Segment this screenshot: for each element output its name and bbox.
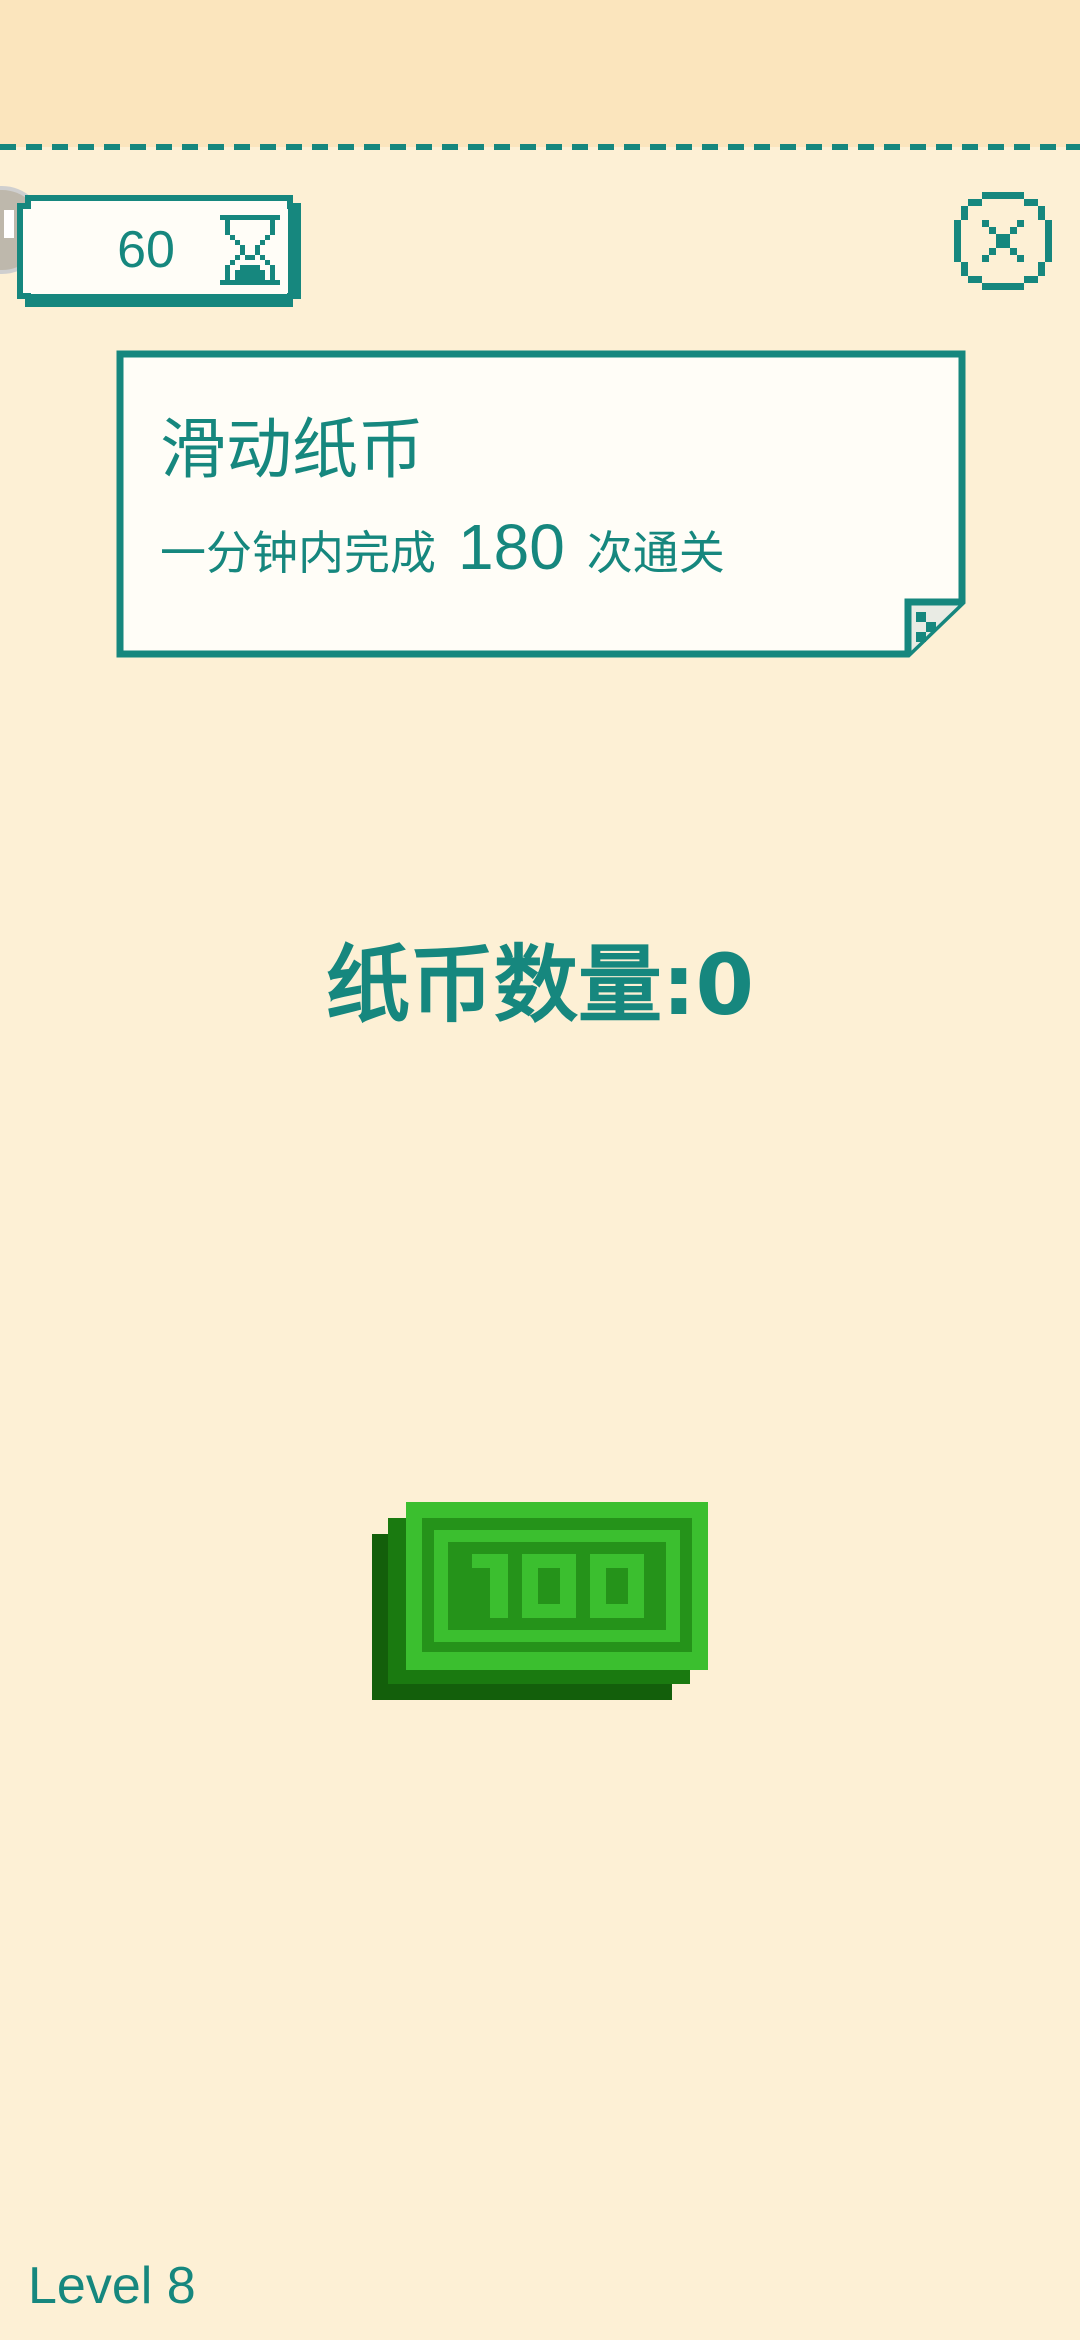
hourglass-icon — [220, 215, 280, 285]
close-icon — [954, 192, 1052, 290]
task-description: 一分钟内完成 180 次通关 — [160, 510, 725, 584]
task-title: 滑动纸币 — [160, 411, 424, 488]
task-desc-prefix: 一分钟内完成 — [160, 526, 436, 580]
close-button[interactable] — [954, 192, 1052, 290]
banknote-count-label: 纸币数量:0 — [325, 936, 755, 1034]
dashed-divider — [0, 144, 1080, 150]
banknote-stack[interactable] — [372, 1502, 708, 1700]
task-card: 滑动纸币 一分钟内完成 180 次通关 — [116, 350, 966, 658]
level-label: Level 8 — [28, 2257, 196, 2315]
banknote-icon — [372, 1502, 708, 1700]
timer-value: 60 — [117, 221, 175, 279]
task-desc-suffix: 次通关 — [586, 526, 725, 580]
top-band — [0, 0, 1080, 147]
task-target-count: 180 — [458, 511, 565, 583]
timer-box: 60 — [16, 194, 302, 308]
